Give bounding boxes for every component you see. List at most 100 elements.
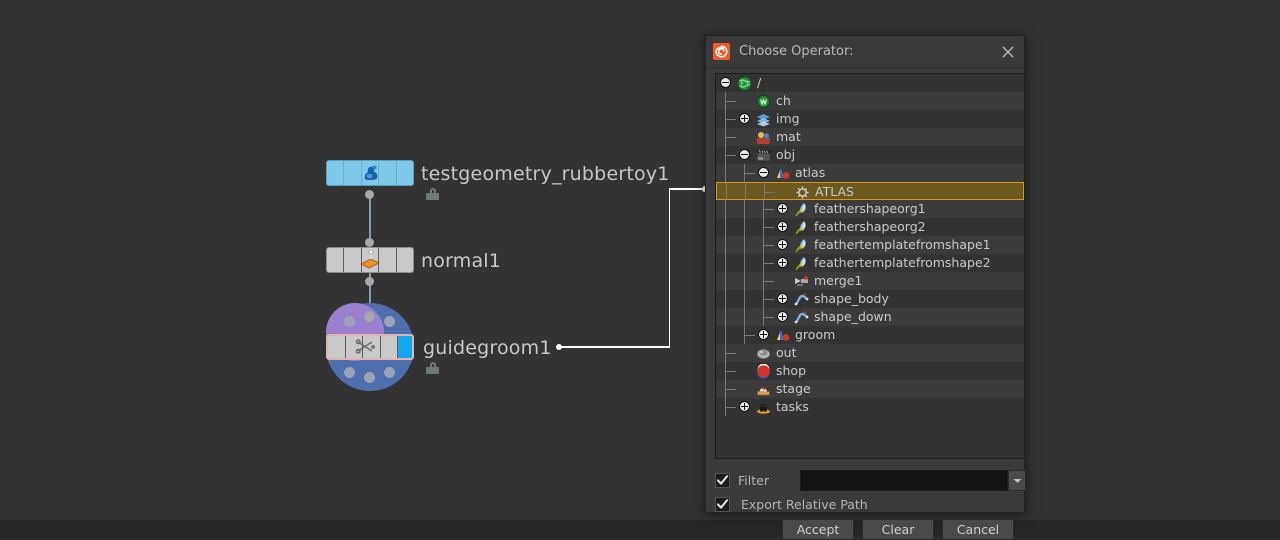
tree-row-label: shop bbox=[776, 363, 807, 378]
node-input-port[interactable] bbox=[365, 238, 374, 247]
tree-row[interactable]: obj bbox=[716, 146, 1024, 164]
collapse-icon[interactable] bbox=[739, 149, 750, 160]
tree-guide-elbow bbox=[763, 299, 774, 300]
filter-label: Filter bbox=[738, 473, 769, 488]
tree-row-label: feathertemplatefromshape1 bbox=[814, 237, 991, 252]
node-body[interactable] bbox=[326, 334, 414, 360]
network-editor-footer-strip bbox=[0, 520, 1280, 537]
screen: testgeometry_rubbertoy1 normal1 guidegro… bbox=[0, 0, 1280, 540]
close-icon[interactable] bbox=[998, 42, 1018, 62]
node-body[interactable] bbox=[326, 247, 414, 273]
network-editor-canvas[interactable] bbox=[0, 0, 1280, 520]
tree-row-label: atlas bbox=[795, 165, 826, 180]
node-label: testgeometry_rubbertoy1 bbox=[421, 163, 670, 185]
link-segment-horizontal-upper bbox=[668, 188, 706, 190]
filter-input[interactable] bbox=[801, 472, 1007, 491]
collapse-icon[interactable] bbox=[720, 77, 731, 88]
choose-operator-dialog: Choose Operator: / ch img mat obj atlas ATLAS f… bbox=[705, 35, 1026, 540]
material-icon bbox=[756, 130, 771, 145]
dialog-title: Choose Operator: bbox=[739, 44, 854, 59]
tree-row[interactable]: out bbox=[716, 344, 1024, 362]
tree-row[interactable]: mat bbox=[716, 128, 1024, 146]
filter-input-wrap[interactable] bbox=[800, 470, 1008, 491]
tree-guide-line bbox=[744, 236, 745, 254]
tree-row[interactable]: stage bbox=[716, 380, 1024, 398]
expand-icon[interactable] bbox=[777, 257, 788, 268]
node-label: guidegroom1 bbox=[423, 337, 552, 359]
tree-row[interactable]: tasks bbox=[716, 398, 1024, 416]
tree-row-selected[interactable]: ATLAS bbox=[716, 182, 1024, 201]
tree-guide-line bbox=[725, 218, 726, 236]
tree-guide-line bbox=[725, 200, 726, 218]
dialog-titlebar[interactable]: Choose Operator: bbox=[706, 36, 1024, 68]
node-output-port[interactable] bbox=[365, 277, 374, 286]
tree-row[interactable]: groom bbox=[716, 326, 1024, 344]
tasks-icon bbox=[756, 400, 771, 415]
feather-icon bbox=[794, 220, 809, 235]
expand-icon[interactable] bbox=[739, 401, 750, 412]
tree-guide-elbow bbox=[744, 335, 755, 336]
node-output-port[interactable] bbox=[365, 190, 374, 199]
lock-icon bbox=[426, 362, 439, 374]
tree-row[interactable]: ch bbox=[716, 92, 1024, 110]
stage-icon bbox=[756, 382, 771, 397]
shop-icon bbox=[756, 363, 771, 379]
tree-row[interactable]: merge1 bbox=[716, 272, 1024, 290]
tree-row[interactable]: feathertemplatefromshape2 bbox=[716, 254, 1024, 272]
tree-row-label: obj bbox=[776, 147, 796, 162]
tree-row[interactable]: feathertemplatefromshape1 bbox=[716, 236, 1024, 254]
tree-guide-elbow bbox=[725, 101, 736, 102]
tree-guide-elbow bbox=[725, 389, 736, 390]
expand-icon[interactable] bbox=[777, 293, 788, 304]
filter-checkbox[interactable] bbox=[715, 473, 730, 488]
tree-guide-elbow bbox=[725, 137, 736, 138]
tree-row[interactable]: shop bbox=[716, 362, 1024, 380]
collapse-icon[interactable] bbox=[758, 167, 769, 178]
expand-icon[interactable] bbox=[777, 311, 788, 322]
export-relative-path-checkbox[interactable] bbox=[715, 497, 730, 512]
node-input-port[interactable] bbox=[365, 313, 374, 322]
chevron-down-icon[interactable] bbox=[1008, 470, 1026, 491]
tree-guide-line bbox=[725, 236, 726, 254]
tree-guide-line bbox=[745, 183, 746, 201]
node-body[interactable] bbox=[326, 160, 414, 186]
merge-icon bbox=[794, 274, 809, 289]
expand-icon[interactable] bbox=[777, 203, 788, 214]
tree-guide-elbow bbox=[725, 155, 736, 156]
tree-row[interactable]: atlas bbox=[716, 164, 1024, 182]
tree-guide-line bbox=[725, 290, 726, 308]
tree-row-label: out bbox=[776, 345, 797, 360]
expand-icon[interactable] bbox=[758, 329, 769, 340]
link-segment-vertical bbox=[668, 189, 670, 347]
tree-row[interactable]: feathershapeorg2 bbox=[716, 218, 1024, 236]
tree-row-label: shape_down bbox=[814, 309, 892, 324]
tree-row[interactable]: shape_down bbox=[716, 308, 1024, 326]
operator-tree-panel[interactable]: / ch img mat obj atlas ATLAS feathershapeorg1 fe… bbox=[715, 73, 1025, 459]
tree-row[interactable]: feathershapeorg1 bbox=[716, 200, 1024, 218]
tree-guide-line bbox=[744, 254, 745, 272]
tree-row[interactable]: shape_body bbox=[716, 290, 1024, 308]
tree-row-label: / bbox=[757, 75, 762, 90]
export-relative-path-row[interactable]: Export Relative Path bbox=[715, 497, 868, 512]
expand-icon[interactable] bbox=[777, 239, 788, 250]
feather-icon bbox=[794, 256, 809, 271]
link-segment-horizontal-lower bbox=[559, 346, 670, 348]
tree-row-label: tasks bbox=[776, 399, 809, 414]
tree-row[interactable]: img bbox=[716, 110, 1024, 128]
gear-icon bbox=[795, 185, 810, 200]
geometry-icon bbox=[775, 328, 790, 343]
tree-guide-elbow bbox=[725, 371, 736, 372]
tree-guide-line bbox=[744, 200, 745, 218]
object-icon bbox=[756, 148, 771, 163]
tree-row-label: stage bbox=[776, 381, 811, 396]
compositing-icon bbox=[756, 112, 771, 127]
tree-row[interactable]: / bbox=[716, 74, 1024, 92]
operator-tree[interactable]: / ch img mat obj atlas ATLAS feathershapeorg1 fe… bbox=[716, 74, 1024, 458]
tree-row-label: ch bbox=[776, 93, 791, 108]
expand-icon[interactable] bbox=[777, 221, 788, 232]
tree-guide-line bbox=[726, 183, 727, 201]
tree-guide-line bbox=[744, 290, 745, 308]
expand-icon[interactable] bbox=[739, 113, 750, 124]
tree-guide-elbow bbox=[763, 245, 774, 246]
tree-row-label: feathershapeorg2 bbox=[814, 219, 926, 234]
